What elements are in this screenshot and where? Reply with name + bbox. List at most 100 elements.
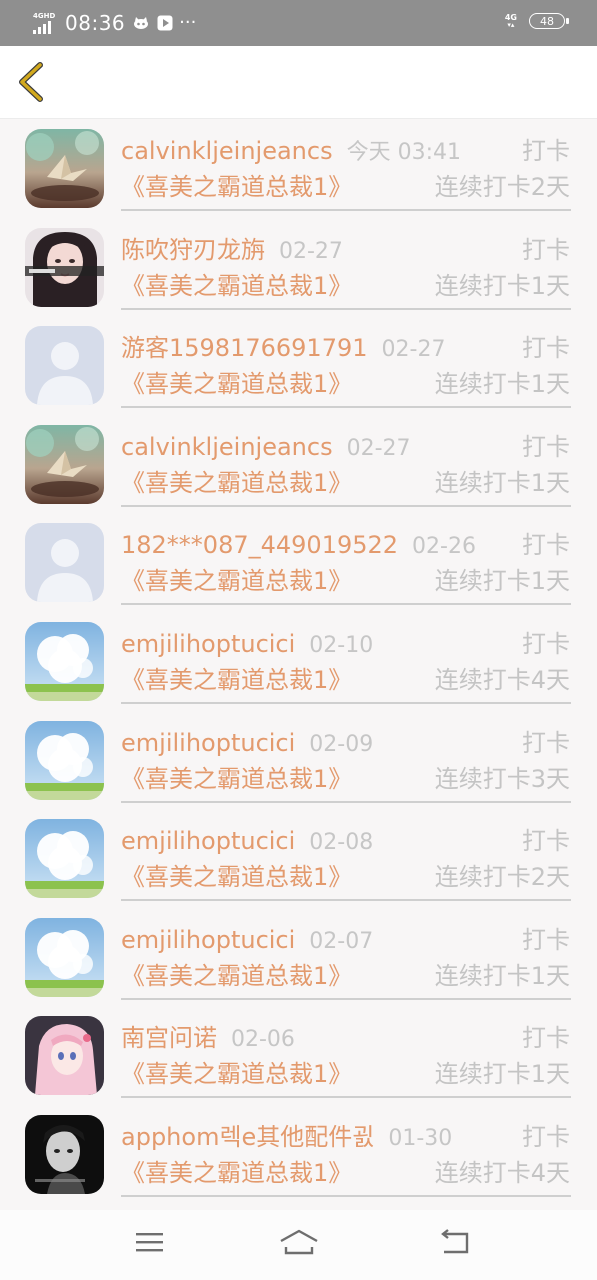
- book-title[interactable]: 《喜美之霸道总裁1》: [121, 172, 352, 202]
- book-title[interactable]: 《喜美之霸道总裁1》: [121, 961, 352, 991]
- checkin-label: 打卡: [522, 334, 570, 363]
- row-divider: [121, 899, 571, 902]
- row-divider: [121, 1195, 571, 1197]
- book-title[interactable]: 《喜美之霸道总裁1》: [121, 468, 352, 498]
- avatar[interactable]: [25, 129, 104, 208]
- streak-text: 连续打卡1天: [434, 961, 570, 990]
- checkin-row[interactable]: 游客1598176691791 02-27 打卡《喜美之霸道总裁1》 连续打卡1天: [0, 315, 597, 413]
- user-name-line: 游客1598176691791 02-27: [121, 333, 445, 365]
- user-name-line: 陈吹狩刃龙旃 02-27: [121, 235, 343, 267]
- user-name: emjilihoptucici: [121, 827, 296, 856]
- back-button[interactable]: [12, 60, 52, 104]
- user-name: 182***087_449019522: [121, 531, 399, 560]
- book-title[interactable]: 《喜美之霸道总裁1》: [121, 271, 352, 301]
- checkin-time: 02-07: [309, 928, 374, 954]
- checkin-row[interactable]: emjilihoptucici 02-10 打卡《喜美之霸道总裁1》 连续打卡4天: [0, 611, 597, 709]
- avatar[interactable]: [25, 622, 104, 701]
- play-icon: [157, 15, 173, 31]
- menu-icon[interactable]: [135, 1228, 165, 1256]
- user-name-line: calvinkljeinjeancs 02-27: [121, 432, 411, 464]
- user-name: emjilihoptucici: [121, 728, 296, 757]
- user-name: 陈吹狩刃龙旃: [121, 235, 265, 264]
- row-divider: [121, 702, 571, 704]
- more-notifications-icon: ···: [179, 12, 197, 33]
- streak-text: 连续打卡1天: [434, 567, 570, 596]
- checkin-time: 01-30: [388, 1126, 453, 1151]
- user-name: emjilihoptucici: [121, 925, 296, 954]
- user-name-line: emjilihoptucici 02-07: [121, 925, 373, 957]
- user-name-line: 南宫问诺 02-06: [121, 1023, 295, 1055]
- avatar[interactable]: [25, 1115, 104, 1194]
- checkin-time: 02-26: [412, 534, 476, 560]
- book-title[interactable]: 《喜美之霸道总裁1》: [121, 764, 352, 794]
- checkin-label: 打卡: [522, 531, 570, 560]
- streak-text: 连续打卡1天: [434, 271, 570, 300]
- avatar[interactable]: [25, 819, 104, 899]
- streak-text: 连续打卡1天: [434, 1060, 570, 1089]
- checkin-label: 打卡: [522, 235, 570, 264]
- streak-text: 连续打卡4天: [434, 666, 570, 694]
- streak-text: 连续打卡2天: [434, 863, 570, 892]
- row-divider: [121, 209, 571, 211]
- avatar[interactable]: [25, 523, 104, 603]
- checkin-row[interactable]: calvinkljeinjeancs 02-27 打卡《喜美之霸道总裁1》 连续打卡1…: [0, 414, 597, 512]
- avatar[interactable]: [25, 326, 104, 406]
- checkin-label: 打卡: [522, 827, 570, 856]
- book-title[interactable]: 《喜美之霸道总裁1》: [121, 862, 352, 892]
- row-divider: [121, 307, 571, 310]
- checkin-row[interactable]: emjilihoptucici 02-08 打卡《喜美之霸道总裁1》 连续打卡2天: [0, 808, 597, 906]
- avatar[interactable]: [25, 917, 104, 997]
- row-divider: [121, 997, 571, 1000]
- checkin-time: 02-27: [346, 435, 411, 461]
- user-name: apphom렉e其他配件굀: [121, 1123, 375, 1151]
- return-icon[interactable]: [440, 1228, 472, 1256]
- checkin-row[interactable]: 陈吹狩刃龙旃 02-27 打卡《喜美之霸道总裁1》 连续打卡1天: [0, 217, 597, 315]
- row-divider: [121, 406, 571, 409]
- network-4g-icon: 4G ▾▴: [504, 13, 517, 29]
- checkin-row[interactable]: calvinkljeinjeancs 今天 03:41 打卡 《喜美之霸道总裁1》 连续…: [0, 118, 597, 216]
- avatar[interactable]: [25, 1016, 104, 1096]
- checkin-row[interactable]: emjilihoptucici 02-07 打卡《喜美之霸道总裁1》 连续打卡1天: [0, 907, 597, 1005]
- checkin-row[interactable]: emjilihoptucici 02-09 打卡《喜美之霸道总裁1》 连续打卡3天: [0, 710, 597, 808]
- cat-face-icon: [134, 17, 149, 29]
- book-title[interactable]: 《喜美之霸道总裁1》: [121, 665, 352, 695]
- avatar[interactable]: [25, 227, 104, 307]
- user-name: 南宫问诺: [121, 1024, 217, 1053]
- status-bar: 4GHD 08:36 ··· 4G ▾▴ 48: [0, 0, 597, 46]
- checkin-time: 02-08: [309, 830, 374, 856]
- streak-text: 连续打卡1天: [434, 370, 570, 399]
- checkin-time: 02-10: [309, 633, 374, 658]
- book-title[interactable]: 《喜美之霸道总裁1》: [121, 1059, 352, 1089]
- avatar[interactable]: [25, 424, 104, 504]
- user-name-line: 182***087_449019522 02-26: [121, 530, 476, 562]
- checkin-row[interactable]: 南宫问诺 02-06 打卡 《喜美之霸道总裁1》 连续打卡1天: [0, 1005, 597, 1103]
- status-time: 08:36: [65, 11, 126, 35]
- streak-text: 连续打卡3天: [434, 764, 570, 793]
- checkin-time: 02-27: [381, 337, 446, 363]
- checkin-label: 打卡: [522, 1123, 570, 1151]
- user-name-line: emjilihoptucici 02-09: [121, 728, 373, 760]
- system-nav-bar: [0, 1210, 597, 1280]
- checkin-time: 02-06: [231, 1027, 295, 1053]
- book-title[interactable]: 《喜美之霸道总裁1》: [121, 369, 352, 399]
- checkin-time: 02-27: [279, 238, 343, 264]
- checkin-label: 打卡: [522, 728, 570, 757]
- checkin-row[interactable]: 182***087_449019522 02-26 打卡《喜美之霸道总裁1》 连续打卡…: [0, 512, 597, 610]
- book-title[interactable]: 《喜美之霸道总裁1》: [121, 566, 352, 596]
- avatar[interactable]: [25, 720, 104, 800]
- signal-icon: 4GHD: [33, 12, 59, 34]
- row-divider: [121, 504, 571, 507]
- checkin-label: 打卡: [522, 432, 570, 461]
- row-divider: [121, 800, 571, 803]
- checkin-row[interactable]: apphom렉e其他配件굀 01-30 打卡《喜美之霸道总裁1》 连续打卡4天: [0, 1104, 597, 1202]
- home-icon[interactable]: [279, 1228, 319, 1256]
- row-divider: [121, 603, 571, 606]
- user-name: emjilihoptucici: [121, 630, 296, 658]
- checkin-label: 打卡: [522, 630, 570, 658]
- checkin-label: 打卡: [522, 925, 570, 954]
- streak-text: 连续打卡4天: [434, 1159, 570, 1187]
- row-divider: [121, 1096, 571, 1099]
- user-name-line: apphom렉e其他配件굀 01-30: [121, 1122, 452, 1154]
- streak-text: 连续打卡1天: [434, 468, 570, 497]
- book-title[interactable]: 《喜美之霸道总裁1》: [121, 1158, 352, 1188]
